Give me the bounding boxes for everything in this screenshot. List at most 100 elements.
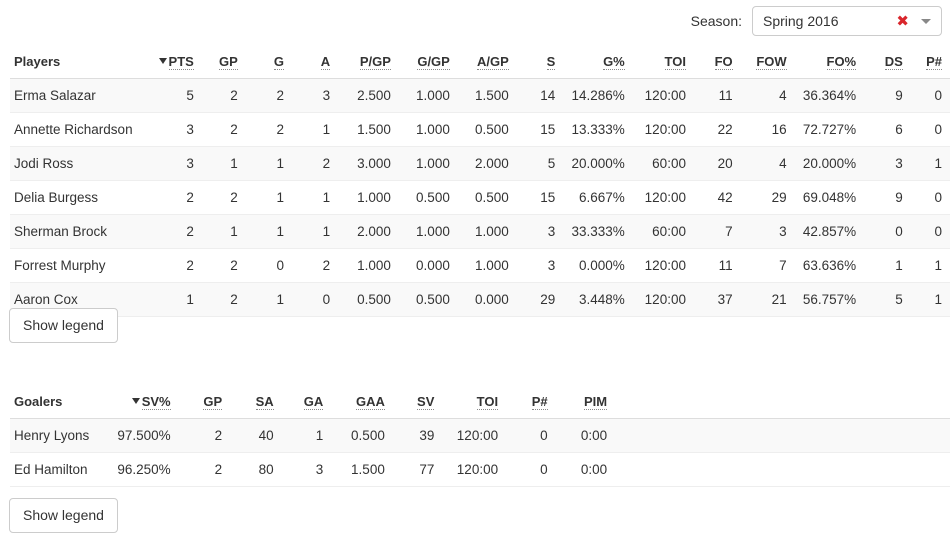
cell-fo: 42 bbox=[693, 180, 741, 215]
cell-p-num: 0 bbox=[910, 112, 950, 147]
col-header-ga[interactable]: GA bbox=[281, 388, 332, 419]
cell-fo-pct: 63.636% bbox=[794, 248, 865, 283]
col-header-g-gp[interactable]: G/GP bbox=[398, 48, 458, 79]
col-header-gaa[interactable]: GAA bbox=[331, 388, 393, 419]
players-header-row: Players PTS GP G A P/GP G/GP A/GP S G% T… bbox=[10, 48, 950, 79]
cell-g: 1 bbox=[245, 180, 292, 215]
cell-ga: 3 bbox=[281, 452, 332, 487]
cell-a-gp: 1.000 bbox=[457, 214, 517, 249]
cell-ds: 3 bbox=[864, 146, 911, 181]
cell-ds: 5 bbox=[864, 282, 911, 317]
col-header-pim-label: PIM bbox=[583, 394, 608, 410]
cell-fo-pct: 56.757% bbox=[794, 282, 865, 317]
col-header-pts[interactable]: PTS bbox=[156, 48, 202, 79]
col-header-ds[interactable]: DS bbox=[864, 48, 911, 79]
col-header-sv[interactable]: SV bbox=[392, 388, 443, 419]
col-header-players[interactable]: Players bbox=[10, 48, 157, 79]
cell-name: Erma Salazar bbox=[10, 78, 157, 113]
chevron-down-icon[interactable] bbox=[921, 18, 931, 24]
col-header-gaa-label: GAA bbox=[355, 394, 385, 410]
cell-s: 14 bbox=[516, 78, 564, 113]
cell-g-pct: 0.000% bbox=[563, 248, 633, 283]
col-header-a[interactable]: A bbox=[291, 48, 339, 79]
cell-name: Sherman Brock bbox=[10, 214, 157, 249]
table-row[interactable]: Ed Hamilton 96.250% 2 80 3 1.500 77 120:00 0 0:00 bbox=[10, 452, 950, 487]
col-header-p-num[interactable]: P# bbox=[910, 48, 950, 79]
cell-g-pct: 20.000% bbox=[563, 146, 633, 181]
cell-s: 29 bbox=[516, 282, 564, 317]
col-header-fo-label: FO bbox=[714, 54, 733, 70]
cell-p-gp: 2.000 bbox=[338, 214, 399, 249]
col-header-s[interactable]: S bbox=[516, 48, 564, 79]
cell-g-pct: 14.286% bbox=[563, 78, 633, 113]
col-header-toi[interactable]: TOI bbox=[632, 48, 694, 79]
cell-spacer bbox=[615, 418, 950, 453]
col-header-sa[interactable]: SA bbox=[230, 388, 282, 419]
col-header-goalers-gp[interactable]: GP bbox=[178, 388, 231, 419]
cell-g: 1 bbox=[245, 214, 292, 249]
table-row[interactable]: Erma Salazar 5 2 2 3 2.500 1.000 1.500 14 14.286%… bbox=[10, 78, 950, 113]
col-header-pts-label: PTS bbox=[168, 54, 194, 70]
col-header-goalers-p-num[interactable]: P# bbox=[506, 388, 556, 419]
col-header-fow[interactable]: FOW bbox=[740, 48, 795, 79]
table-row[interactable]: Annette Richardson 3 2 2 1 1.500 1.000 0.500 15 1… bbox=[10, 112, 950, 147]
cell-g-gp: 1.000 bbox=[398, 146, 458, 181]
col-header-s-label: S bbox=[546, 54, 556, 70]
col-header-fo[interactable]: FO bbox=[693, 48, 741, 79]
cell-p-num: 0 bbox=[910, 78, 950, 113]
cell-s: 5 bbox=[516, 146, 564, 181]
table-row[interactable]: Jodi Ross 3 1 1 2 3.000 1.000 2.000 5 20.000% 60:0… bbox=[10, 146, 950, 181]
col-header-p-gp[interactable]: P/GP bbox=[338, 48, 399, 79]
goalers-show-legend-button[interactable]: Show legend bbox=[9, 498, 118, 533]
table-row[interactable]: Sherman Brock 2 1 1 1 2.000 1.000 1.000 3 33.333%… bbox=[10, 214, 950, 249]
table-row[interactable]: Aaron Cox 1 2 1 0 0.500 0.500 0.000 29 3.448% 120:… bbox=[10, 282, 950, 317]
cell-pim: 0:00 bbox=[555, 452, 616, 487]
col-header-g-label: G bbox=[273, 54, 284, 70]
clear-x-icon[interactable]: ✖ bbox=[896, 13, 909, 29]
col-header-a-gp[interactable]: A/GP bbox=[457, 48, 517, 79]
cell-g-pct: 6.667% bbox=[563, 180, 633, 215]
cell-s: 3 bbox=[516, 214, 564, 249]
col-header-p-num-label: P# bbox=[926, 54, 942, 70]
col-header-toi-label: TOI bbox=[664, 54, 686, 70]
cell-pts: 2 bbox=[156, 180, 202, 215]
cell-gp: 1 bbox=[201, 146, 246, 181]
col-header-goalers-toi[interactable]: TOI bbox=[442, 388, 507, 419]
col-header-sv-label: SV bbox=[417, 394, 435, 410]
col-header-g-gp-label: G/GP bbox=[417, 54, 450, 70]
table-row[interactable]: Henry Lyons 97.500% 2 40 1 0.500 39 120:00 0 0:00 bbox=[10, 418, 950, 453]
players-table-head: Players PTS GP G A P/GP G/GP A/GP S G% T… bbox=[10, 48, 950, 79]
goalers-table-body: Henry Lyons 97.500% 2 40 1 0.500 39 120:00 0 0:00… bbox=[10, 418, 950, 487]
season-select[interactable]: Spring 2016 ✖ bbox=[752, 6, 942, 36]
cell-a-gp: 1.500 bbox=[457, 78, 517, 113]
goalers-table-wrap: Goalers SV% GP SA GA GAA SV TOI P# PIM H… bbox=[10, 388, 950, 487]
col-header-spacer bbox=[615, 388, 950, 419]
cell-fow: 4 bbox=[740, 78, 795, 113]
cell-s: 3 bbox=[516, 248, 564, 283]
col-header-sv-pct[interactable]: SV% bbox=[102, 388, 179, 419]
cell-pts: 2 bbox=[156, 248, 202, 283]
col-header-sv-pct-label: SV% bbox=[141, 394, 171, 410]
table-row[interactable]: Forrest Murphy 2 2 0 2 1.000 0.000 1.000 3 0.000%… bbox=[10, 248, 950, 283]
col-header-gp[interactable]: GP bbox=[201, 48, 246, 79]
cell-gp: 2 bbox=[201, 78, 246, 113]
cell-name: Ed Hamilton bbox=[10, 452, 103, 487]
cell-sa: 40 bbox=[230, 418, 282, 453]
cell-ds: 1 bbox=[864, 248, 911, 283]
col-header-g[interactable]: G bbox=[245, 48, 292, 79]
col-header-sa-label: SA bbox=[255, 394, 274, 410]
col-header-fo-pct[interactable]: FO% bbox=[794, 48, 865, 79]
cell-sa: 80 bbox=[230, 452, 282, 487]
cell-name: Forrest Murphy bbox=[10, 248, 157, 283]
season-selector-bar: Season: Spring 2016 ✖ bbox=[691, 6, 942, 36]
cell-fo: 7 bbox=[693, 214, 741, 249]
col-header-a-gp-label: A/GP bbox=[476, 54, 509, 70]
table-row[interactable]: Delia Burgess 2 2 1 1 1.000 0.500 0.500 15 6.667%… bbox=[10, 180, 950, 215]
players-show-legend-button[interactable]: Show legend bbox=[9, 308, 118, 343]
col-header-goalers[interactable]: Goalers bbox=[10, 388, 103, 419]
cell-p-num: 1 bbox=[910, 248, 950, 283]
col-header-pim[interactable]: PIM bbox=[555, 388, 616, 419]
col-header-g-pct[interactable]: G% bbox=[563, 48, 633, 79]
cell-spacer bbox=[615, 452, 950, 487]
cell-name: Delia Burgess bbox=[10, 180, 157, 215]
